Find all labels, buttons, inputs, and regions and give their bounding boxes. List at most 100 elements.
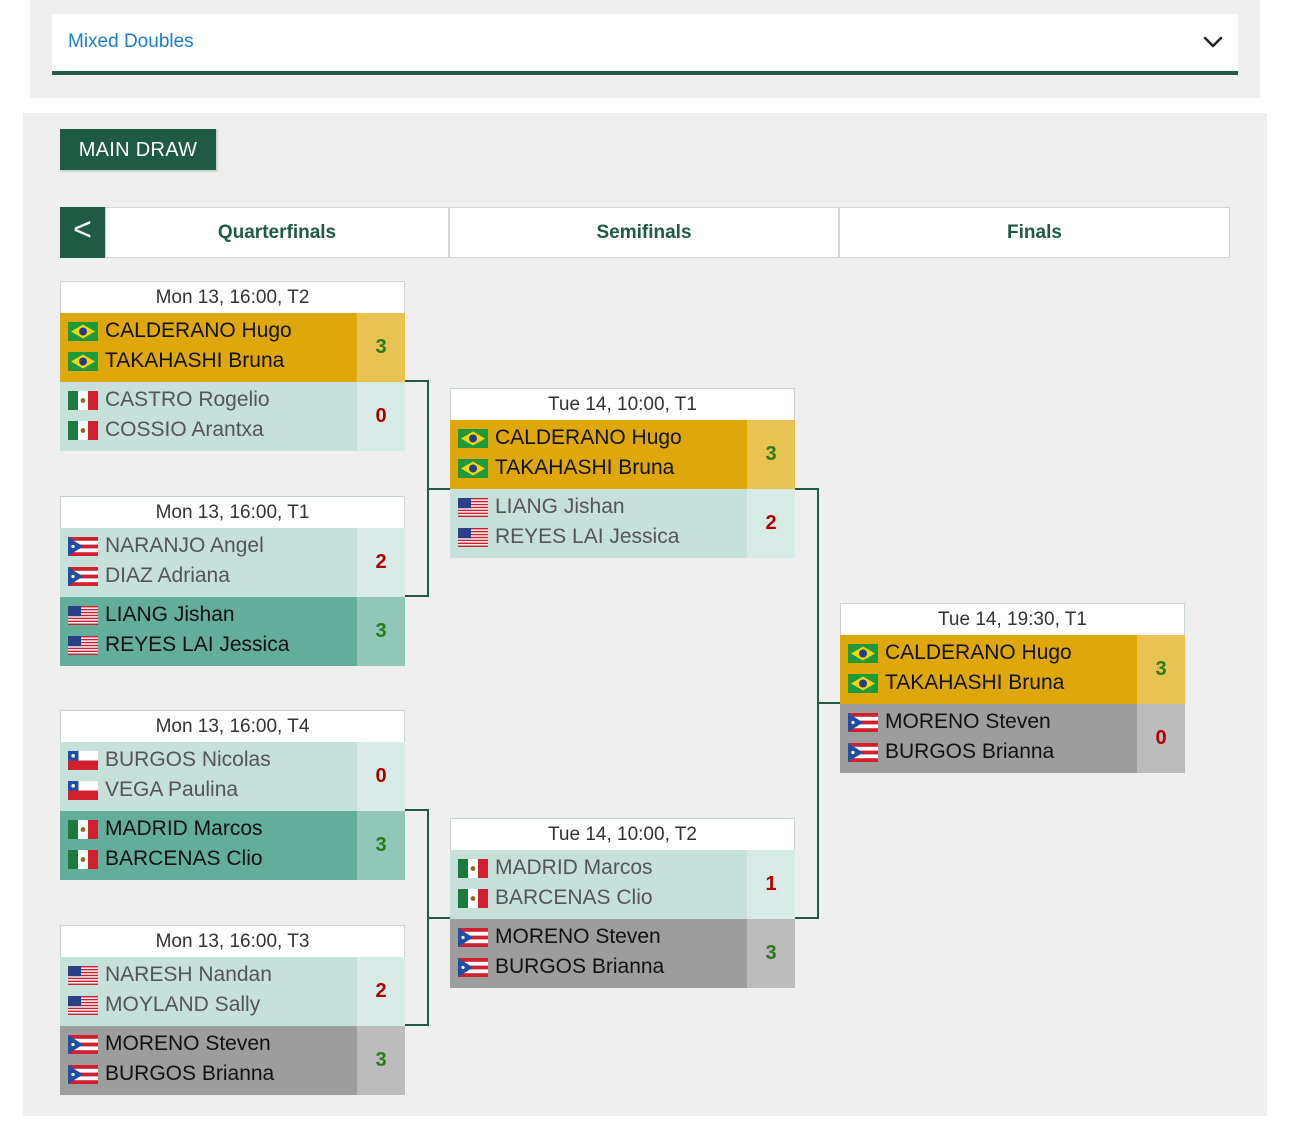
player-name: MOYLAND Sally	[105, 993, 261, 1016]
match-time: Tue 14, 10:00, T1	[450, 388, 795, 420]
team-score: 0	[357, 382, 405, 451]
player-name: BURGOS Nicolas	[105, 748, 271, 771]
team-row[interactable]: NARESH Nandan MOYLAND Sally 2	[60, 957, 405, 1026]
brazil-flag-icon	[848, 674, 878, 693]
team-players: MORENO Steven BURGOS Brianna	[450, 919, 747, 988]
match-time: Tue 14, 10:00, T2	[450, 818, 795, 850]
player-name: MORENO Steven	[885, 710, 1051, 733]
chile-flag-icon	[68, 751, 98, 770]
usa-flag-icon	[68, 636, 98, 655]
connector-sf	[795, 488, 819, 919]
player-name: TAKAHASHI Bruna	[885, 671, 1065, 694]
team-players: MORENO Steven BURGOS Brianna	[60, 1026, 357, 1095]
team-row[interactable]: CALDERANO Hugo TAKAHASHI Bruna 3	[840, 635, 1185, 704]
team-players: NARESH Nandan MOYLAND Sally	[60, 957, 357, 1026]
team-row[interactable]: MADRID Marcos BARCENAS Clio 1	[450, 850, 795, 919]
player-name: MADRID Marcos	[105, 817, 263, 840]
team-players: BURGOS Nicolas VEGA Paulina	[60, 742, 357, 811]
team-row[interactable]: MORENO Steven BURGOS Brianna 3	[60, 1026, 405, 1095]
player-name: VEGA Paulina	[105, 778, 239, 801]
team-score: 0	[1137, 704, 1185, 773]
puerto-rico-flag-icon	[68, 1035, 98, 1054]
team-score: 2	[357, 957, 405, 1026]
match-sf2[interactable]: Tue 14, 10:00, T2 MADRID Marcos BARCENAS…	[450, 818, 795, 988]
match-time: Tue 14, 19:30, T1	[840, 603, 1185, 635]
team-row[interactable]: LIANG Jishan REYES LAI Jessica 2	[450, 489, 795, 558]
team-score: 2	[747, 489, 795, 558]
player-name: NARANJO Angel	[105, 534, 264, 557]
player-name: CALDERANO Hugo	[105, 319, 292, 342]
team-score: 3	[1137, 635, 1185, 704]
team-row[interactable]: CALDERANO Hugo TAKAHASHI Bruna 3	[60, 313, 405, 382]
team-players: CASTRO Rogelio COSSIO Arantxa	[60, 382, 357, 451]
mexico-flag-icon	[458, 859, 488, 878]
player-name: TAKAHASHI Bruna	[105, 349, 285, 372]
match-qf2[interactable]: Mon 13, 16:00, T1 NARANJO Angel DIAZ Adr…	[60, 496, 405, 666]
team-row[interactable]: CALDERANO Hugo TAKAHASHI Bruna 3	[450, 420, 795, 489]
chile-flag-icon	[68, 781, 98, 800]
player-name: MORENO Steven	[105, 1032, 271, 1055]
match-time: Mon 13, 16:00, T1	[60, 496, 405, 528]
player-name: BURGOS Brianna	[885, 740, 1055, 763]
team-players: MADRID Marcos BARCENAS Clio	[60, 811, 357, 880]
team-score: 3	[747, 919, 795, 988]
team-score: 3	[747, 420, 795, 489]
team-row[interactable]: BURGOS Nicolas VEGA Paulina 0	[60, 742, 405, 811]
player-name: BARCENAS Clio	[495, 886, 653, 909]
usa-flag-icon	[458, 498, 488, 517]
team-row[interactable]: LIANG Jishan REYES LAI Jessica 3	[60, 597, 405, 666]
mexico-flag-icon	[68, 850, 98, 869]
brazil-flag-icon	[68, 352, 98, 371]
match-qf4[interactable]: Mon 13, 16:00, T3 NARESH Nandan MOYLAND …	[60, 925, 405, 1095]
player-name: COSSIO Arantxa	[105, 418, 264, 441]
player-name: MADRID Marcos	[495, 856, 653, 879]
player-name: DIAZ Adriana	[105, 564, 230, 587]
team-players: MADRID Marcos BARCENAS Clio	[450, 850, 747, 919]
brazil-flag-icon	[68, 322, 98, 341]
match-qf3[interactable]: Mon 13, 16:00, T4 BURGOS Nicolas VEGA Pa…	[60, 710, 405, 880]
player-name: CALDERANO Hugo	[495, 426, 682, 449]
mexico-flag-icon	[458, 889, 488, 908]
match-final[interactable]: Tue 14, 19:30, T1 CALDERANO Hugo TAKAHAS…	[840, 603, 1185, 773]
team-players: CALDERANO Hugo TAKAHASHI Bruna	[60, 313, 357, 382]
usa-flag-icon	[68, 996, 98, 1015]
connector-qf-top	[405, 380, 429, 597]
match-sf1[interactable]: Tue 14, 10:00, T1 CALDERANO Hugo TAKAHAS…	[450, 388, 795, 558]
usa-flag-icon	[68, 966, 98, 985]
team-row[interactable]: NARANJO Angel DIAZ Adriana 2	[60, 528, 405, 597]
team-score: 0	[357, 742, 405, 811]
puerto-rico-flag-icon	[458, 928, 488, 947]
mexico-flag-icon	[68, 391, 98, 410]
player-name: CASTRO Rogelio	[105, 388, 270, 411]
team-score: 2	[357, 528, 405, 597]
player-name: CALDERANO Hugo	[885, 641, 1072, 664]
usa-flag-icon	[68, 606, 98, 625]
player-name: REYES LAI Jessica	[495, 525, 680, 548]
player-name: REYES LAI Jessica	[105, 633, 290, 656]
team-players: LIANG Jishan REYES LAI Jessica	[60, 597, 357, 666]
match-time: Mon 13, 16:00, T2	[60, 281, 405, 313]
puerto-rico-flag-icon	[458, 958, 488, 977]
connector-qf-bottom	[405, 809, 429, 1026]
match-qf1[interactable]: Mon 13, 16:00, T2 CALDERANO Hugo TAKAHAS…	[60, 281, 405, 451]
brazil-flag-icon	[458, 429, 488, 448]
team-row[interactable]: MORENO Steven BURGOS Brianna 3	[450, 919, 795, 988]
team-row[interactable]: CASTRO Rogelio COSSIO Arantxa 0	[60, 382, 405, 451]
team-row[interactable]: MADRID Marcos BARCENAS Clio 3	[60, 811, 405, 880]
player-name: BURGOS Brianna	[495, 955, 665, 978]
match-time: Mon 13, 16:00, T3	[60, 925, 405, 957]
player-name: NARESH Nandan	[105, 963, 272, 986]
team-players: MORENO Steven BURGOS Brianna	[840, 704, 1137, 773]
usa-flag-icon	[458, 528, 488, 547]
team-score: 3	[357, 313, 405, 382]
team-players: CALDERANO Hugo TAKAHASHI Bruna	[450, 420, 747, 489]
puerto-rico-flag-icon	[848, 713, 878, 732]
team-score: 3	[357, 811, 405, 880]
player-name: MORENO Steven	[495, 925, 661, 948]
team-score: 3	[357, 1026, 405, 1095]
mexico-flag-icon	[68, 820, 98, 839]
team-players: LIANG Jishan REYES LAI Jessica	[450, 489, 747, 558]
team-score: 3	[357, 597, 405, 666]
team-score: 1	[747, 850, 795, 919]
team-row[interactable]: MORENO Steven BURGOS Brianna 0	[840, 704, 1185, 773]
